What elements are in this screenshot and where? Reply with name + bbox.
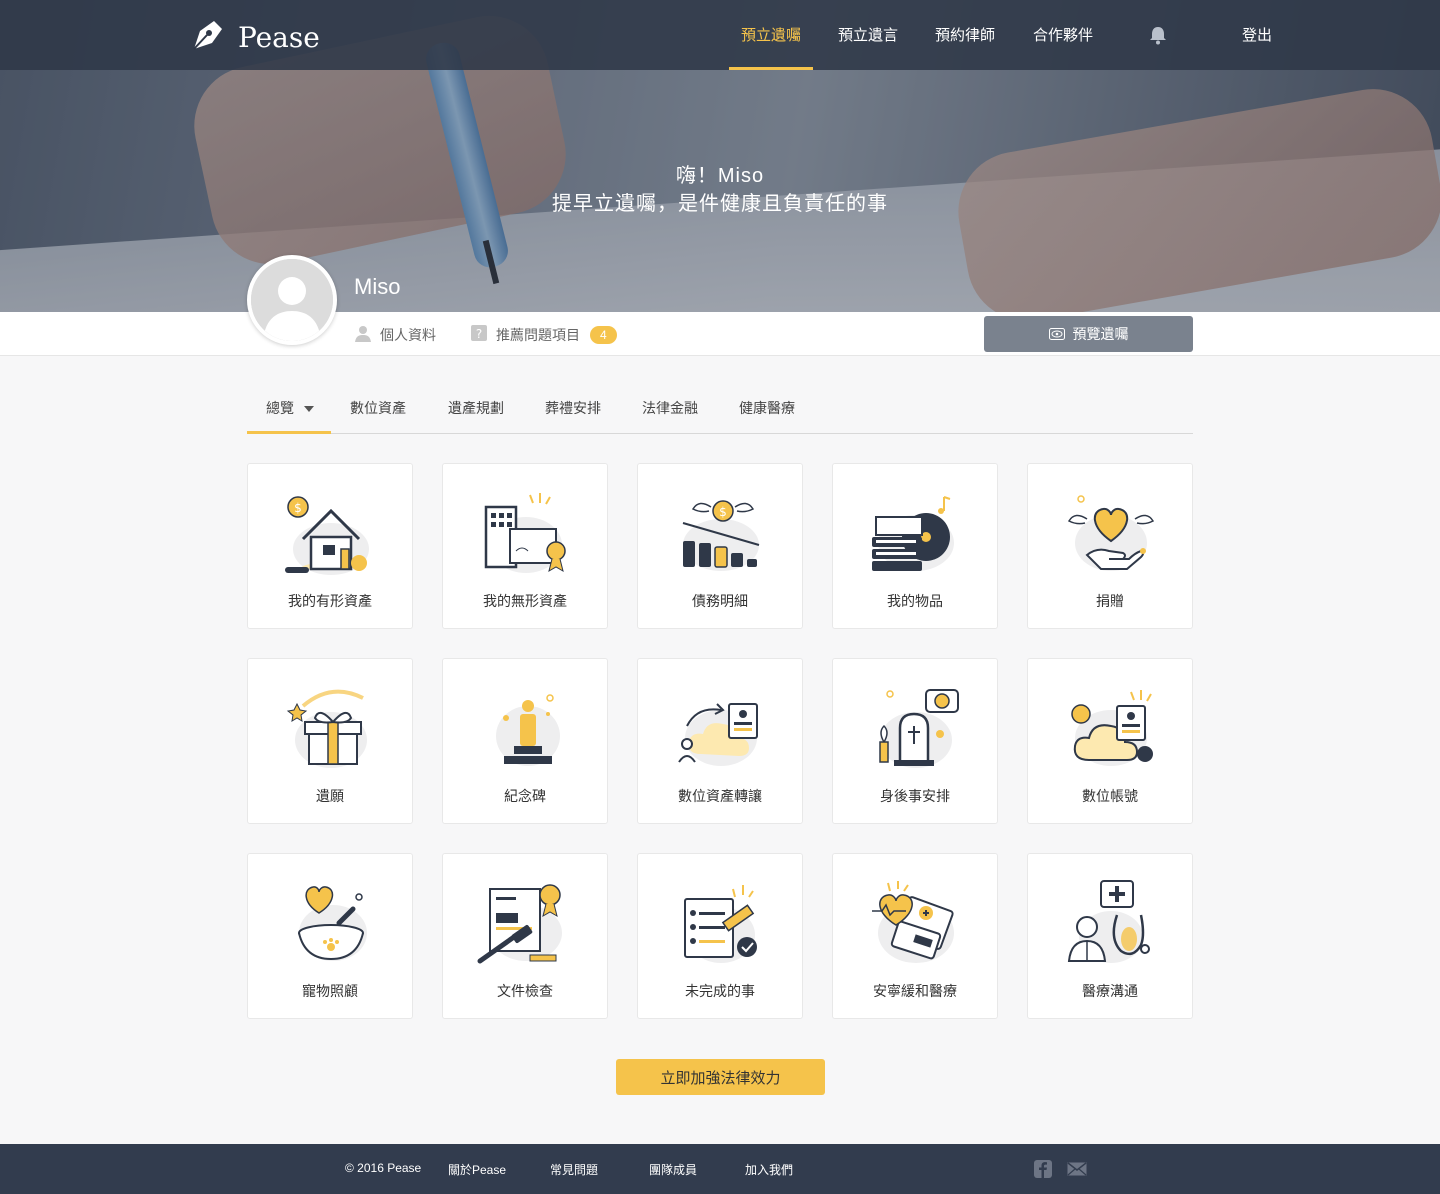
eye-icon <box>1048 328 1065 340</box>
top-navigation: Pease 預立遺囑 預立遺言 預約律師 合作夥伴 登出 <box>0 0 1440 70</box>
pet-bowl-icon <box>298 886 367 961</box>
pen-nib-logo-icon <box>190 17 226 58</box>
personal-info-link[interactable]: 個人資料 <box>354 324 436 345</box>
card-donation[interactable]: 捐贈 <box>1027 463 1193 629</box>
card-last-wishes[interactable]: 遺願 <box>247 658 413 824</box>
card-tangible-assets[interactable]: $ 我的有形資產 <box>247 463 413 629</box>
logo[interactable]: Pease <box>190 17 320 58</box>
user-name: Miso <box>354 274 401 299</box>
nav-item-book-lawyer[interactable]: 預約律師 <box>935 24 995 70</box>
brand-name: Pease <box>238 21 320 54</box>
card-monument[interactable]: 紀念碑 <box>442 658 608 824</box>
user-silhouette-icon <box>251 259 333 341</box>
tab-estate-planning[interactable]: 遺產規劃 <box>448 398 504 418</box>
hero-greeting: 嗨！Miso <box>675 165 765 187</box>
facebook-icon[interactable] <box>1034 1160 1052 1181</box>
svg-text:$: $ <box>294 501 302 515</box>
copyright: © 2016 Pease <box>345 1161 422 1175</box>
gift-box-icon <box>286 689 367 768</box>
question-card-icon: ? <box>470 324 488 345</box>
building-certificate-icon <box>484 493 566 573</box>
active-tab-indicator <box>247 431 331 434</box>
card-document-check[interactable]: 文件檢查 <box>442 853 608 1019</box>
hero-tagline: 提早立遺囑，是件健康且負責任的事 <box>552 193 888 215</box>
card-palliative-care[interactable]: 安寧緩和醫療 <box>832 853 998 1019</box>
card-medical-communication[interactable]: 醫療溝通 <box>1027 853 1193 1019</box>
cloud-account-icon <box>1071 690 1153 766</box>
footer-link-join[interactable]: 加入我們 <box>745 1161 793 1178</box>
profile-bar <box>0 312 1440 356</box>
cloud-transfer-icon <box>678 703 758 766</box>
person-icon <box>354 324 372 345</box>
nav-item-will[interactable]: 預立遺囑 <box>728 24 814 70</box>
nav-item-last-words[interactable]: 預立遺言 <box>838 24 898 70</box>
recommended-questions-label: 推薦問題項目 <box>496 326 580 343</box>
caret-down-icon <box>304 406 314 413</box>
tab-legal-finance[interactable]: 法律金融 <box>642 398 698 418</box>
tombstone-icon <box>879 689 959 768</box>
card-intangible-assets[interactable]: 我的無形資產 <box>442 463 608 629</box>
category-tabs: 總覽 數位資產 遺產規劃 葬禮安排 法律金融 健康醫療 <box>247 380 1193 434</box>
hero-text: 嗨！Miso 提早立遺囑，是件健康且負責任的事 <box>0 162 1440 218</box>
footer: © 2016 Pease 關於Pease 常見問題 團隊成員 加入我們 <box>0 1144 1440 1194</box>
heart-medical-icon <box>872 881 954 963</box>
tab-digital-assets[interactable]: 數位資產 <box>350 398 406 418</box>
card-belongings[interactable]: 我的物品 <box>832 463 998 629</box>
card-debts[interactable]: $ 債務明細 <box>637 463 803 629</box>
footer-link-about[interactable]: 關於Pease <box>448 1161 506 1178</box>
avatar[interactable] <box>247 255 337 345</box>
card-unfinished-tasks[interactable]: 未完成的事 <box>637 853 803 1019</box>
footer-link-faq[interactable]: 常見問題 <box>550 1161 598 1178</box>
mail-icon[interactable] <box>1067 1162 1087 1179</box>
svg-text:$: $ <box>719 505 727 519</box>
tab-overview[interactable]: 總覽 <box>266 398 314 418</box>
footer-link-team[interactable]: 團隊成員 <box>649 1161 697 1178</box>
recommend-count-badge: 4 <box>590 325 617 344</box>
strengthen-legal-effect-button[interactable]: 立即加強法律效力 <box>616 1059 825 1095</box>
bell-icon[interactable] <box>1149 25 1167 50</box>
books-record-icon <box>872 496 954 571</box>
preview-will-label: 預覽遺囑 <box>1072 326 1129 342</box>
tab-health-medical[interactable]: 健康醫療 <box>739 398 795 418</box>
checklist-icon <box>684 885 757 963</box>
card-digital-asset-transfer[interactable]: 數位資產轉讓 <box>637 658 803 824</box>
logout-link[interactable]: 登出 <box>1242 24 1272 70</box>
card-pet-care[interactable]: 寵物照顧 <box>247 853 413 1019</box>
tab-funeral[interactable]: 葬禮安排 <box>545 398 601 418</box>
nav-item-partners[interactable]: 合作夥伴 <box>1033 24 1093 70</box>
house-coins-icon: $ <box>285 496 369 575</box>
recommended-questions-link[interactable]: ? 推薦問題項目 4 <box>470 324 617 345</box>
preview-will-button[interactable]: 預覽遺囑 <box>984 316 1193 352</box>
flying-coin-bars-icon: $ <box>682 500 760 571</box>
monument-icon <box>496 694 560 766</box>
card-after-death-arrangements[interactable]: 身後事安排 <box>832 658 998 824</box>
doctor-stethoscope-icon <box>1067 880 1150 963</box>
card-digital-accounts[interactable]: 數位帳號 <box>1027 658 1193 824</box>
document-gavel-icon <box>477 884 562 964</box>
personal-info-label: 個人資料 <box>380 326 436 343</box>
svg-text:?: ? <box>476 327 482 341</box>
heart-hand-icon <box>1067 495 1155 571</box>
